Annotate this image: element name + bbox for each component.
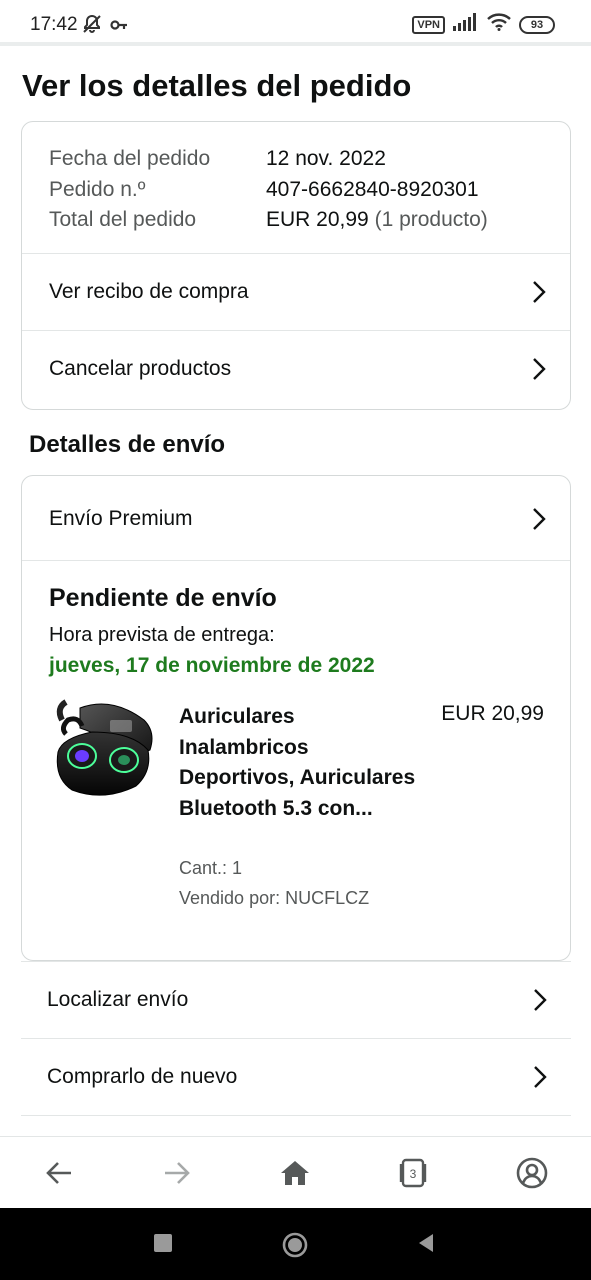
page-title: Ver los detalles del pedido <box>22 68 412 103</box>
shipping-method-label: Envío Premium <box>49 507 193 530</box>
triangle-back-icon <box>419 1234 433 1252</box>
divider <box>21 1115 571 1116</box>
eta-date: jueves, 17 de noviembre de 2022 <box>49 654 375 677</box>
order-date-label: Fecha del pedido <box>49 147 211 170</box>
product-price: EUR 20,99 <box>441 702 544 725</box>
home-system-button[interactable] <box>282 1232 308 1258</box>
track-package-link[interactable]: Localizar envío <box>21 961 571 1038</box>
recents-button[interactable] <box>152 1232 176 1256</box>
order-total-label: Total del pedido <box>49 208 197 231</box>
order-number-label: Pedido n.º <box>49 177 146 201</box>
tabs-icon: 3 <box>399 1158 427 1188</box>
battery-icon: 93 <box>519 15 555 34</box>
chevron-right-icon <box>534 988 547 1011</box>
status-time: 17:42 <box>30 14 78 35</box>
order-number-value: 407-6662840-8920301 <box>266 177 479 201</box>
tabs-count: 3 <box>410 1167 417 1181</box>
chevron-right-icon <box>533 357 546 380</box>
divider <box>22 560 570 561</box>
order-number-row: Pedido n.º 407-6662840-8920301 <box>49 175 488 206</box>
earbuds-image-icon <box>56 699 153 796</box>
product-image[interactable] <box>52 698 156 806</box>
shipping-card: Envío Premium Pendiente de envío Hora pr… <box>21 475 571 961</box>
top-divider <box>0 42 591 46</box>
view-receipt-label: Ver recibo de compra <box>49 279 249 303</box>
chevron-right-icon <box>534 1065 547 1088</box>
back-system-button[interactable] <box>415 1232 439 1256</box>
bell-off-icon <box>82 14 102 39</box>
order-total-value: EUR 20,99 (1 producto) <box>266 205 488 236</box>
square-icon <box>154 1234 172 1252</box>
cancel-products-link[interactable]: Cancelar productos <box>22 330 570 407</box>
order-date-value: 12 nov. 2022 <box>266 147 386 170</box>
status-icons-left <box>82 14 128 39</box>
buy-again-label: Comprarlo de nuevo <box>47 1064 238 1088</box>
track-package-label: Localizar envío <box>47 987 189 1011</box>
home-button[interactable] <box>277 1155 313 1191</box>
tabs-button[interactable]: 3 <box>395 1155 431 1191</box>
system-nav-bar <box>0 1208 591 1280</box>
forward-arrow-icon <box>165 1162 190 1184</box>
shipping-section-title: Detalles de envío <box>29 431 226 458</box>
view-receipt-link[interactable]: Ver recibo de compra <box>22 253 570 330</box>
back-arrow-icon <box>46 1162 71 1184</box>
chevron-right-icon <box>533 508 546 530</box>
order-total-amount: EUR 20,99 <box>266 208 369 231</box>
product-quantity: Cant.: 1 <box>179 858 243 878</box>
product-seller: Vendido por: NUCFLCZ <box>179 888 370 908</box>
account-icon <box>516 1157 548 1189</box>
status-icons-right: VPN 93 <box>412 13 555 36</box>
order-total-row: Total del pedido EUR 20,99 (1 producto) <box>49 205 488 236</box>
signal-icon <box>453 13 479 36</box>
eta-label: Hora prevista de entrega: <box>49 624 275 646</box>
wifi-icon <box>487 13 511 36</box>
order-total-count: (1 producto) <box>374 208 488 231</box>
shipping-method-link[interactable]: Envío Premium <box>22 479 570 559</box>
shipping-status: Pendiente de envío <box>49 584 277 612</box>
forward-button[interactable] <box>159 1155 195 1191</box>
product-title-link[interactable]: Auriculares Inalambricos Deportivos, Aur… <box>179 702 429 824</box>
circle-icon <box>282 1232 308 1258</box>
key-icon <box>110 18 128 36</box>
back-button[interactable] <box>41 1155 77 1191</box>
vpn-icon: VPN <box>412 15 445 34</box>
order-summary: Fecha del pedido 12 nov. 2022 Pedido n.º… <box>49 144 488 236</box>
cancel-products-label: Cancelar productos <box>49 356 232 380</box>
chevron-right-icon <box>533 280 546 303</box>
account-button[interactable] <box>514 1155 550 1191</box>
home-icon <box>281 1161 309 1185</box>
order-summary-card: Fecha del pedido 12 nov. 2022 Pedido n.º… <box>21 121 571 410</box>
status-bar: 17:42 VPN 93 <box>0 0 591 44</box>
browser-toolbar: 3 <box>0 1136 591 1208</box>
buy-again-link[interactable]: Comprarlo de nuevo <box>21 1038 571 1115</box>
order-date-row: Fecha del pedido 12 nov. 2022 <box>49 144 488 175</box>
